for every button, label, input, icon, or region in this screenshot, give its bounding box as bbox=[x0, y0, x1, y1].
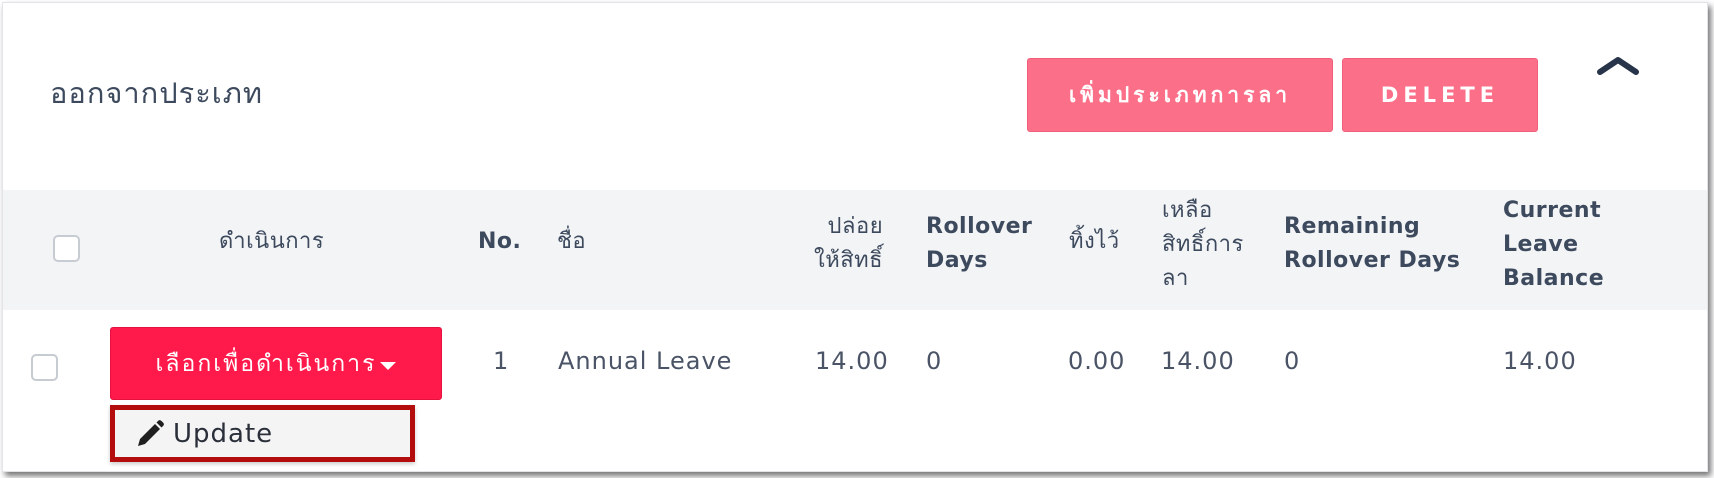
row-action-label: เลือกเพื่อดำเนินการ bbox=[155, 350, 377, 377]
section-title: ออกจากประเภท bbox=[50, 76, 263, 110]
header-rollover-days-line2: Days bbox=[926, 248, 988, 273]
header-remaining-entitlement-line1: เหลือ bbox=[1162, 198, 1213, 223]
pencil-icon bbox=[138, 420, 164, 446]
row-action-dropdown-button[interactable]: เลือกเพื่อดำเนินการ bbox=[110, 327, 442, 400]
cell-left-aside: 0.00 bbox=[1068, 347, 1126, 375]
select-all-checkbox[interactable] bbox=[53, 235, 80, 262]
header-rollover-days-line1: Rollover bbox=[926, 214, 1033, 239]
header-rollover-days: Rollover Days bbox=[926, 210, 1032, 278]
header-remaining-entitlement-line2: สิทธิ์การ bbox=[1162, 232, 1244, 257]
header-remaining-rollover-days-line2: Rollover Days bbox=[1284, 248, 1461, 273]
cell-name: Annual Leave bbox=[558, 347, 733, 375]
cell-entitled: 14.00 bbox=[815, 347, 889, 375]
header-current-leave-balance-line3: Balance bbox=[1503, 266, 1605, 291]
cell-current-leave-balance: 14.00 bbox=[1503, 347, 1577, 375]
collapse-button[interactable] bbox=[1592, 48, 1644, 82]
header-remaining-rollover-days-line1: Remaining bbox=[1284, 214, 1421, 239]
header-remaining-entitlement: เหลือ สิทธิ์การ ลา bbox=[1162, 194, 1244, 296]
update-menu-item[interactable]: Update bbox=[135, 414, 273, 454]
cell-remaining-entitlement: 14.00 bbox=[1161, 347, 1235, 375]
header-remaining-rollover-days: Remaining Rollover Days bbox=[1284, 210, 1460, 278]
header-current-leave-balance-line2: Leave bbox=[1503, 232, 1579, 257]
chevron-up-icon bbox=[1597, 57, 1639, 75]
caret-down-icon bbox=[380, 361, 397, 370]
header-entitled-line2: ให้สิทธิ์ bbox=[814, 248, 884, 273]
header-no: No. bbox=[478, 229, 522, 254]
cell-no: 1 bbox=[493, 347, 510, 375]
row-checkbox[interactable] bbox=[31, 354, 58, 381]
header-action: ดำเนินการ bbox=[219, 229, 325, 254]
add-leave-type-button[interactable]: เพิ่มประเภทการลา bbox=[1027, 58, 1333, 132]
header-entitled: ปล่อย ให้สิทธิ์ bbox=[814, 210, 883, 278]
header-name: ชื่อ bbox=[557, 229, 587, 254]
delete-button[interactable]: DELETE bbox=[1342, 58, 1538, 132]
header-current-leave-balance-line1: Current bbox=[1503, 198, 1602, 223]
update-menu-item-label: Update bbox=[173, 419, 274, 449]
header-current-leave-balance: Current Leave Balance bbox=[1503, 194, 1604, 296]
header-left-aside: ทิ้งไว้ bbox=[1069, 229, 1120, 254]
cell-remaining-rollover-days: 0 bbox=[1284, 347, 1301, 375]
cell-rollover-days: 0 bbox=[926, 347, 943, 375]
header-entitled-line1: ปล่อย bbox=[827, 214, 884, 239]
header-remaining-entitlement-line3: ลา bbox=[1162, 266, 1189, 291]
action-dropdown-menu: Update bbox=[110, 405, 415, 462]
